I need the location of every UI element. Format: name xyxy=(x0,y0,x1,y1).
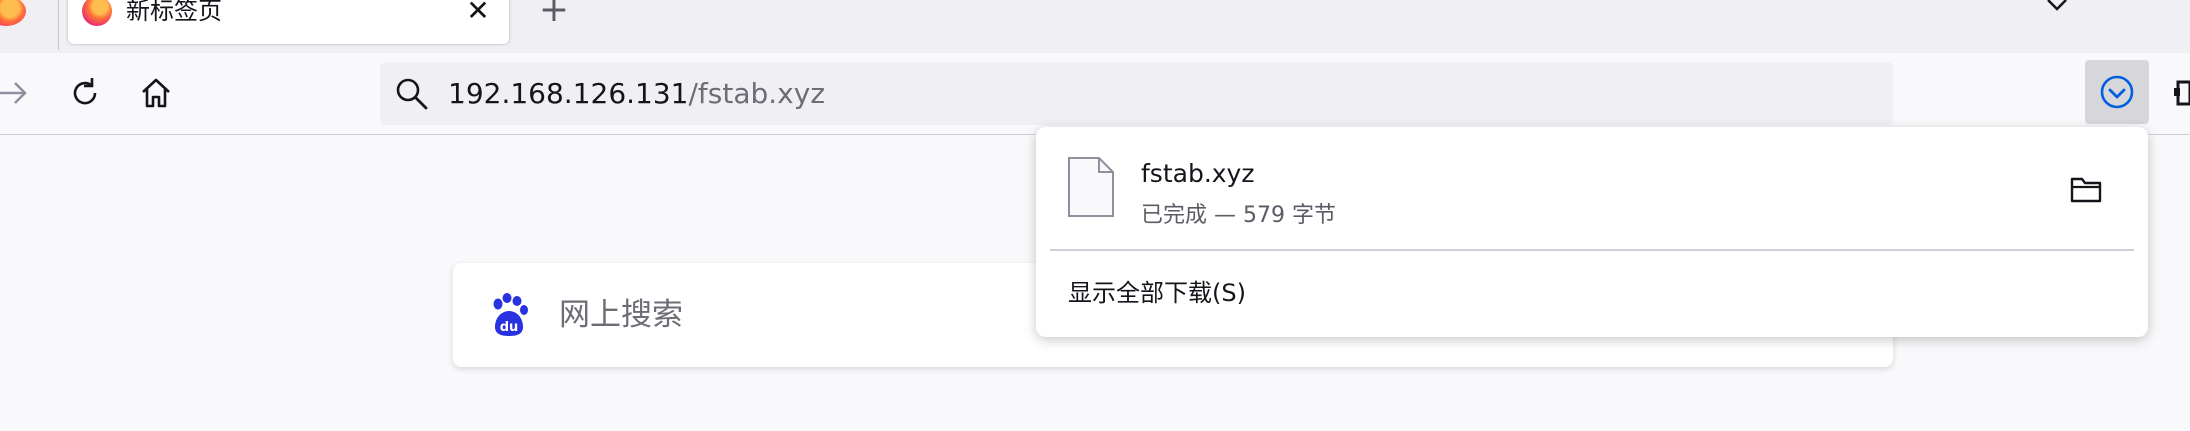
tab-new-tab[interactable]: 新标签页 ✕ xyxy=(68,0,509,44)
tab-strip: 新标签页 ✕ + xyxy=(0,0,2190,53)
navigation-toolbar: 192.168.126.131/fstab.xyz xyxy=(0,53,2190,135)
close-icon[interactable]: ✕ xyxy=(461,0,495,28)
download-file-name: fstab.xyz xyxy=(1141,159,1255,188)
extensions-icon[interactable] xyxy=(2172,78,2190,108)
home-button[interactable] xyxy=(133,70,179,116)
url-bar[interactable]: 192.168.126.131/fstab.xyz xyxy=(380,62,1893,125)
file-icon xyxy=(1068,157,1114,217)
panel-divider xyxy=(1050,249,2134,251)
firefox-icon xyxy=(82,0,112,26)
reload-button[interactable] xyxy=(62,70,108,116)
open-folder-button[interactable] xyxy=(2064,167,2108,211)
search-icon xyxy=(396,78,428,110)
search-placeholder: 网上搜索 xyxy=(559,297,683,333)
arrow-right-icon xyxy=(0,82,27,104)
show-all-downloads-button[interactable]: 显示全部下载(S) xyxy=(1068,273,1246,308)
reload-icon xyxy=(73,78,97,105)
new-tab-button[interactable]: + xyxy=(538,0,570,28)
firefox-view-icon[interactable] xyxy=(0,0,26,26)
forward-button[interactable] xyxy=(0,70,36,116)
tab-separator xyxy=(58,0,59,50)
home-icon xyxy=(142,78,170,108)
url-path: /fstab.xyz xyxy=(688,77,826,110)
chevron-down-icon[interactable] xyxy=(2038,0,2076,18)
downloads-panel: fstab.xyz 已完成 — 579 字节 显示全部下载(S) xyxy=(1036,127,2148,337)
download-item[interactable]: fstab.xyz 已完成 — 579 字节 xyxy=(1050,141,2134,241)
svg-text:du: du xyxy=(500,320,519,335)
url-host: 192.168.126.131 xyxy=(448,77,689,110)
tab-title: 新标签页 xyxy=(126,0,222,25)
download-status: 已完成 — 579 字节 xyxy=(1141,203,1336,228)
url-text[interactable]: 192.168.126.131/fstab.xyz xyxy=(448,62,825,125)
downloads-button[interactable] xyxy=(2085,60,2149,124)
download-check-icon xyxy=(2100,75,2134,109)
folder-icon xyxy=(2070,177,2102,203)
baidu-paw-icon: du xyxy=(493,293,528,336)
